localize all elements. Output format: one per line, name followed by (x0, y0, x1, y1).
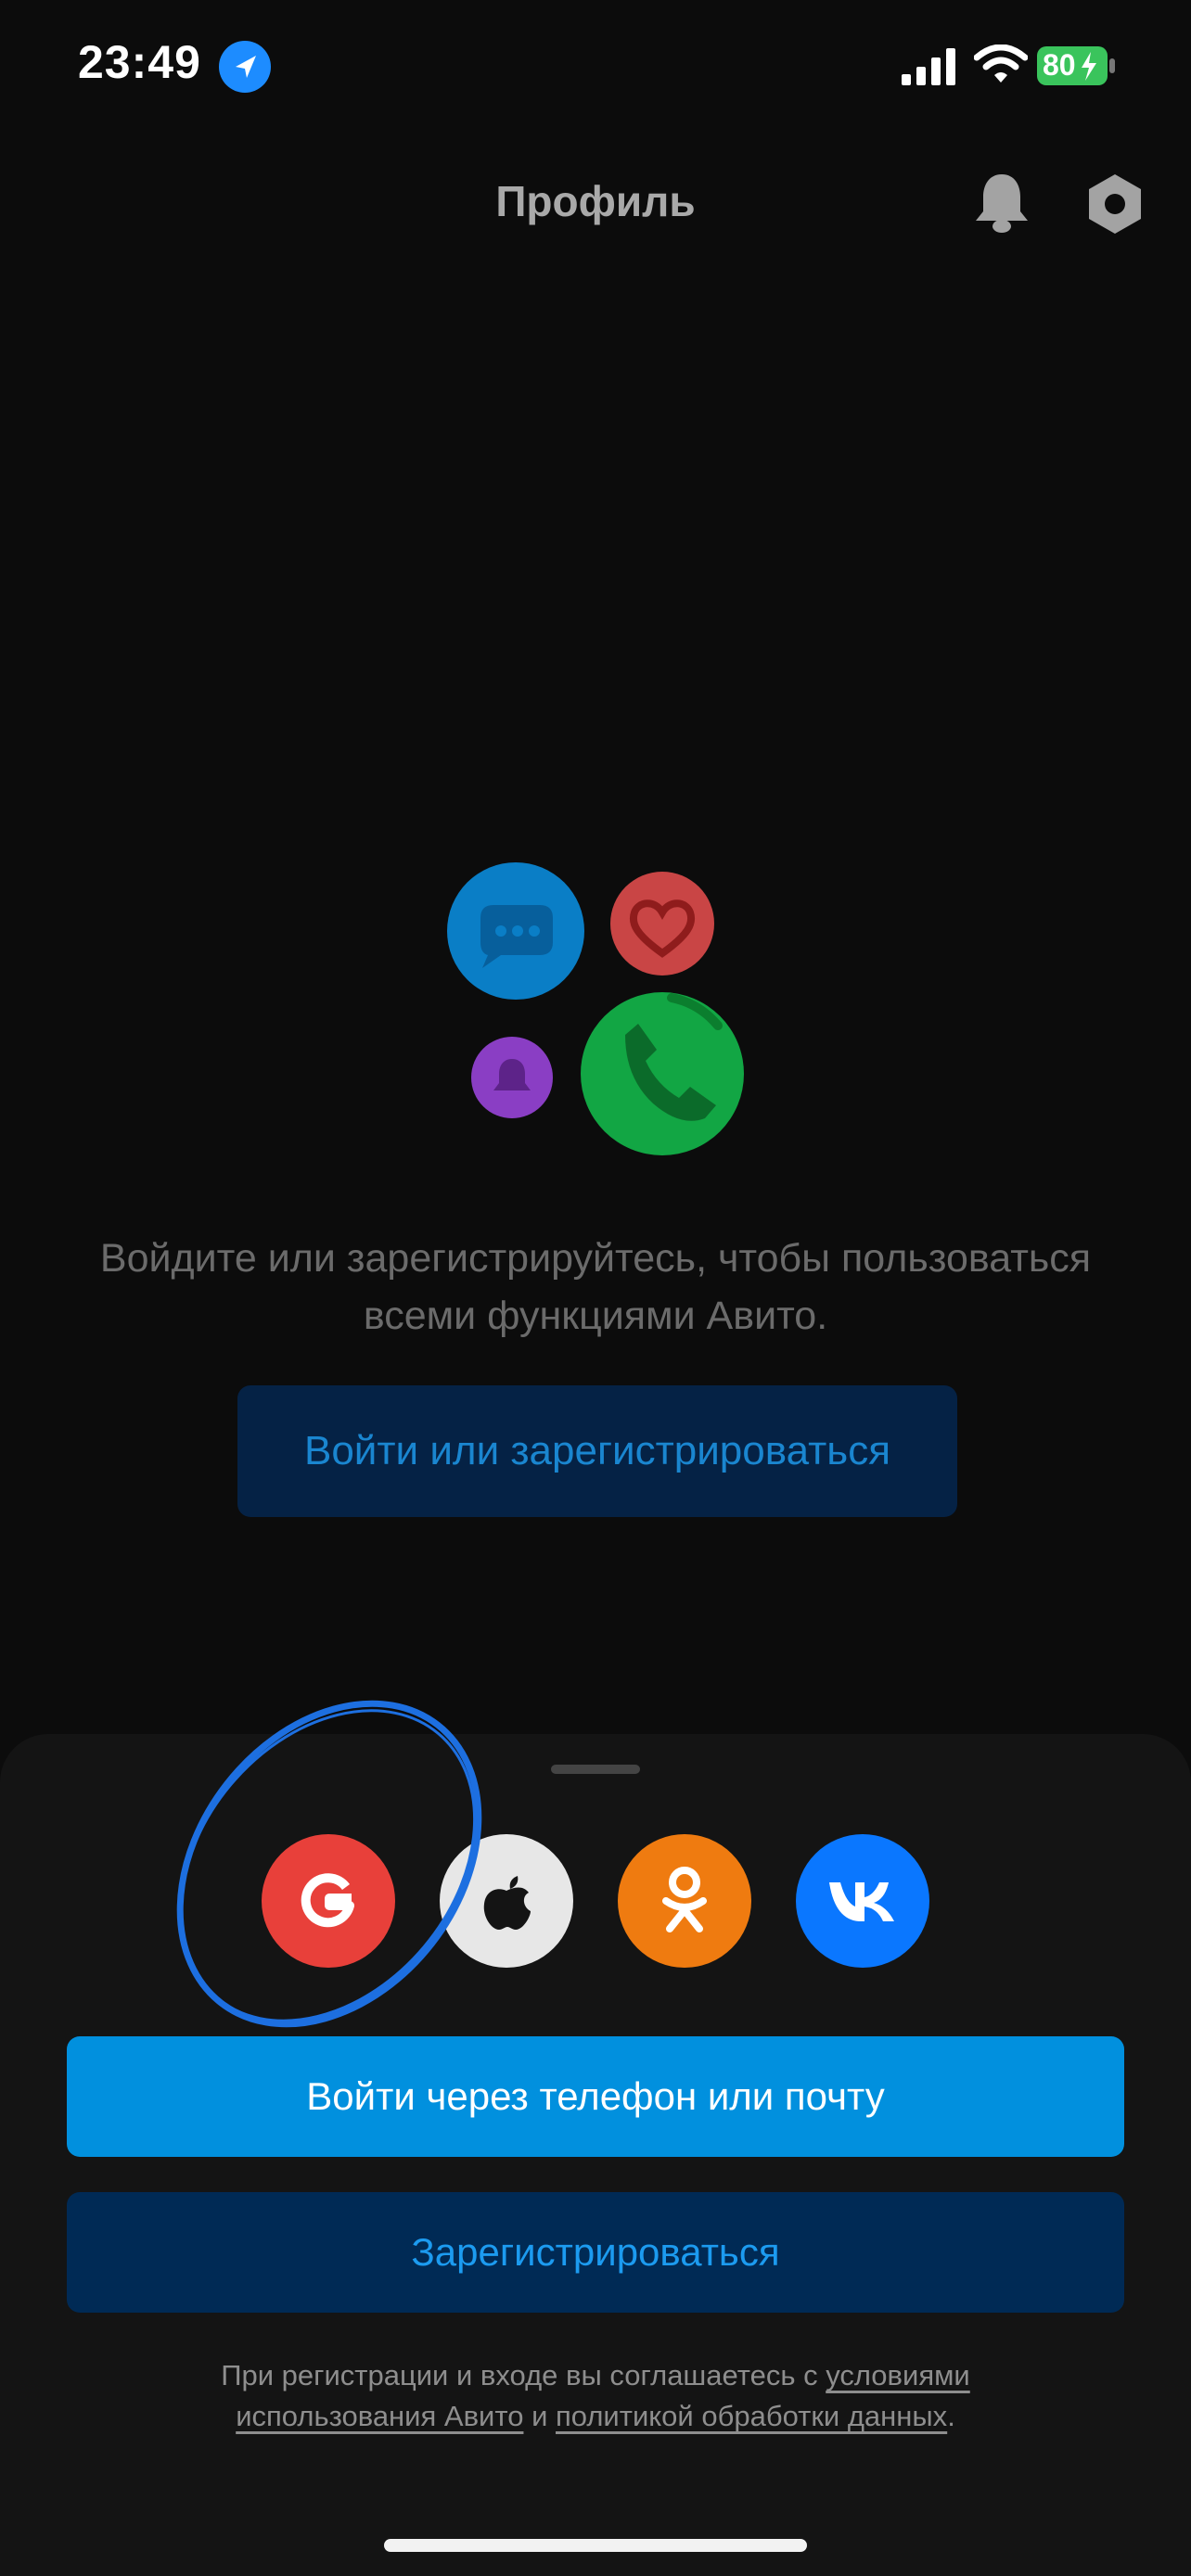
notification-icon (471, 1037, 553, 1118)
home-indicator[interactable] (384, 2539, 807, 2552)
legal-prefix: При регистрации и входе вы соглашаетесь … (221, 2359, 826, 2391)
chat-bubble-icon (447, 862, 584, 1000)
terms-link-part1[interactable]: условиями (826, 2359, 970, 2391)
wifi-icon (973, 44, 1029, 85)
location-icon (219, 41, 271, 93)
sheet-grabber[interactable] (551, 1765, 640, 1774)
promo-text-line2: всеми функциями Авито. (363, 1294, 828, 1338)
login-or-register-button[interactable]: Войти или зарегистрироваться (237, 1385, 957, 1517)
legal-notice: При регистрации и входе вы соглашаетесь … (139, 2355, 1052, 2437)
battery-level: 80 (1043, 48, 1076, 82)
gear-icon[interactable] (1082, 171, 1148, 237)
promo-text-line1: Войдите или зарегистрируйтесь, чтобы пол… (99, 1236, 1092, 1281)
legal-suffix: . (947, 2400, 955, 2432)
bell-icon[interactable] (972, 171, 1031, 236)
features-illustration (440, 853, 755, 1159)
phone-or-email-login-button[interactable]: Войти через телефон или почту (67, 2036, 1124, 2157)
register-button[interactable]: Зарегистрироваться (67, 2192, 1124, 2313)
phone-call-icon (581, 992, 744, 1155)
heart-icon (610, 872, 714, 976)
status-time: 23:49 (78, 36, 201, 88)
promo-text: Войдите или зарегистрируйтесь, чтобы пол… (37, 1230, 1154, 1345)
odnoklassniki-login-button[interactable] (618, 1834, 751, 1968)
signal-icon (902, 48, 959, 85)
terms-link-part2[interactable]: использования Авито (236, 2400, 523, 2432)
highlight-circle-annotation (176, 1700, 482, 2028)
legal-and: и (523, 2400, 556, 2432)
vk-icon (829, 1882, 894, 1921)
privacy-policy-link[interactable]: политикой обработки данных (556, 2400, 947, 2432)
vk-login-button[interactable] (796, 1834, 929, 1968)
odnoklassniki-icon (662, 1867, 707, 1932)
